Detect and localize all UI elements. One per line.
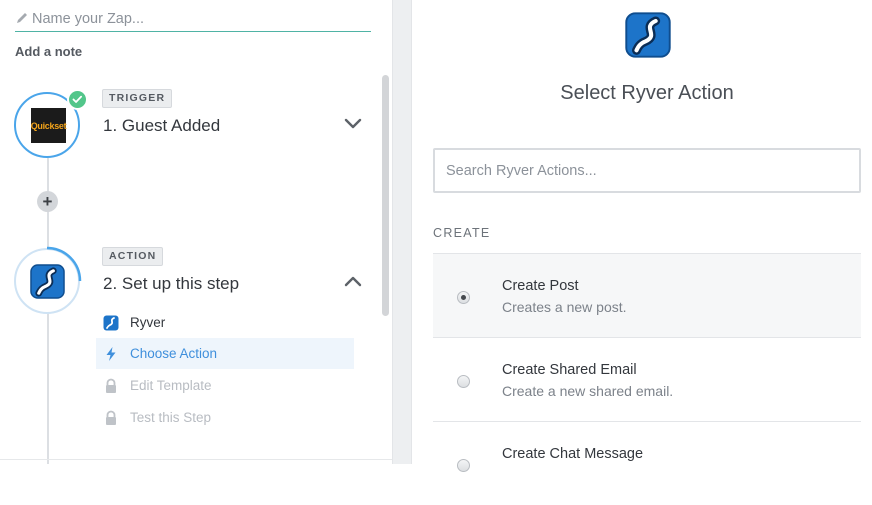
lightning-bolt-icon bbox=[106, 346, 116, 361]
quickset-app-logo: Quickset bbox=[30, 108, 67, 143]
zap-name-field[interactable] bbox=[15, 8, 371, 32]
action-option-create-post[interactable]: Create Post Creates a new post. bbox=[433, 253, 861, 337]
ryver-app-icon bbox=[103, 315, 119, 330]
option-description: Creates a new post. bbox=[502, 299, 627, 315]
substep-label: Choose Action bbox=[130, 346, 218, 361]
radio-button[interactable] bbox=[457, 375, 470, 388]
panel-resize-divider[interactable] bbox=[392, 0, 412, 464]
action-select-panel: Select Ryver Action CREATE Create Post C… bbox=[412, 0, 872, 505]
ryver-app-logo bbox=[625, 12, 671, 58]
trigger-tag: TRIGGER bbox=[102, 89, 173, 108]
radio-button[interactable] bbox=[457, 459, 470, 472]
panel-title: Select Ryver Action bbox=[560, 82, 734, 104]
step-1-title[interactable]: 1. Guest Added bbox=[103, 116, 220, 136]
substep-choose-action[interactable]: Choose Action bbox=[96, 338, 354, 369]
lock-icon bbox=[106, 410, 116, 425]
action-tag: ACTION bbox=[102, 247, 164, 266]
chevron-up-icon[interactable] bbox=[343, 274, 363, 288]
substep-label: Ryver bbox=[130, 315, 166, 330]
left-panel-bottom-border bbox=[0, 459, 392, 460]
search-field[interactable] bbox=[433, 148, 861, 193]
substep-ryver[interactable]: Ryver bbox=[96, 307, 354, 338]
substep-label: Test this Step bbox=[130, 410, 212, 425]
option-title: Create Post bbox=[502, 278, 579, 294]
option-title: Create Shared Email bbox=[502, 362, 637, 378]
substep-label: Edit Template bbox=[130, 378, 212, 393]
quickset-logo-text: Quickset bbox=[30, 120, 67, 131]
zap-name-input[interactable] bbox=[32, 8, 362, 30]
chevron-down-icon[interactable] bbox=[343, 117, 363, 131]
option-description: Create a new shared email. bbox=[502, 383, 674, 399]
left-panel-scrollbar[interactable] bbox=[382, 75, 389, 316]
add-note-link[interactable]: Add a note bbox=[15, 44, 82, 59]
zap-editor-panel: Add a note Quickset TRIGGER 1. Guest Add… bbox=[0, 0, 392, 464]
section-label-create: CREATE bbox=[433, 226, 491, 240]
action-option-create-shared-email[interactable]: Create Shared Email Create a new shared … bbox=[433, 337, 861, 421]
radio-button[interactable] bbox=[457, 291, 470, 304]
substep-test-step[interactable]: Test this Step bbox=[96, 402, 354, 433]
lock-icon bbox=[106, 378, 116, 393]
ryver-app-logo bbox=[30, 264, 65, 299]
step-2-title[interactable]: 2. Set up this step bbox=[103, 274, 239, 294]
search-input[interactable] bbox=[435, 150, 859, 191]
action-option-create-chat-message[interactable]: Create Chat Message bbox=[433, 421, 861, 505]
substep-edit-template[interactable]: Edit Template bbox=[96, 370, 354, 401]
option-title: Create Chat Message bbox=[502, 446, 644, 462]
pencil-icon bbox=[17, 13, 27, 23]
add-step-button[interactable]: + bbox=[37, 191, 58, 212]
checkmark-icon bbox=[67, 89, 88, 110]
